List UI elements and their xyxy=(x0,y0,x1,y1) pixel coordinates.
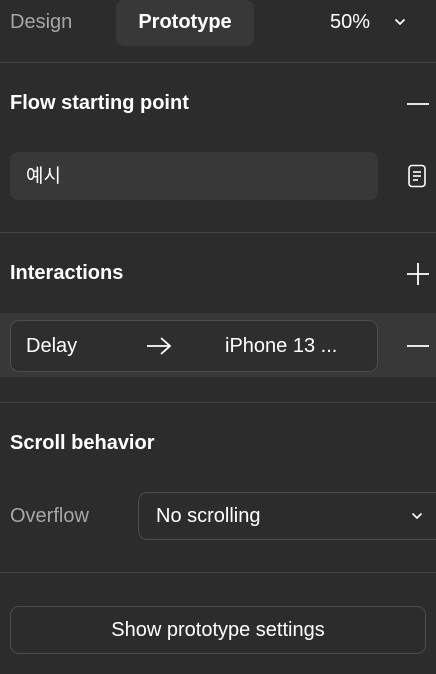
show-prototype-settings-button[interactable]: Show prototype settings xyxy=(10,606,426,654)
remove-flow-button[interactable] xyxy=(404,90,432,118)
divider xyxy=(0,402,436,403)
interaction-trigger: Delay xyxy=(26,334,78,357)
divider xyxy=(0,232,436,233)
scroll-behavior-title: Scroll behavior xyxy=(10,432,155,454)
plus-icon xyxy=(407,263,429,285)
minus-icon xyxy=(407,103,429,105)
document-icon xyxy=(408,164,426,188)
zoom-value: 50% xyxy=(330,11,371,33)
flow-name-field[interactable]: 예시 xyxy=(10,152,378,200)
remove-interaction-button[interactable] xyxy=(404,332,432,360)
flow-description-button[interactable] xyxy=(403,162,431,190)
prototype-panel: Design Prototype 50% Flow starting point… xyxy=(0,0,436,674)
flow-starting-point-title: Flow starting point xyxy=(10,92,189,114)
overflow-select[interactable]: No scrolling xyxy=(138,492,436,540)
tab-prototype[interactable]: Prototype xyxy=(116,0,254,46)
overflow-value: No scrolling xyxy=(156,505,261,527)
divider xyxy=(0,62,436,63)
zoom-dropdown[interactable]: 50% xyxy=(330,6,408,38)
overflow-label: Overflow xyxy=(10,505,89,527)
tab-design[interactable]: Design xyxy=(10,6,72,38)
minus-icon xyxy=(407,345,429,347)
divider xyxy=(0,572,436,573)
arrow-right-icon xyxy=(147,337,172,355)
chevron-down-icon xyxy=(412,513,422,519)
interaction-item[interactable]: Delay iPhone 13 ... xyxy=(10,320,378,372)
interactions-title: Interactions xyxy=(10,262,124,284)
chevron-down-icon xyxy=(395,19,405,25)
add-interaction-button[interactable] xyxy=(404,260,432,288)
interaction-destination: iPhone 13 ... xyxy=(225,334,338,357)
